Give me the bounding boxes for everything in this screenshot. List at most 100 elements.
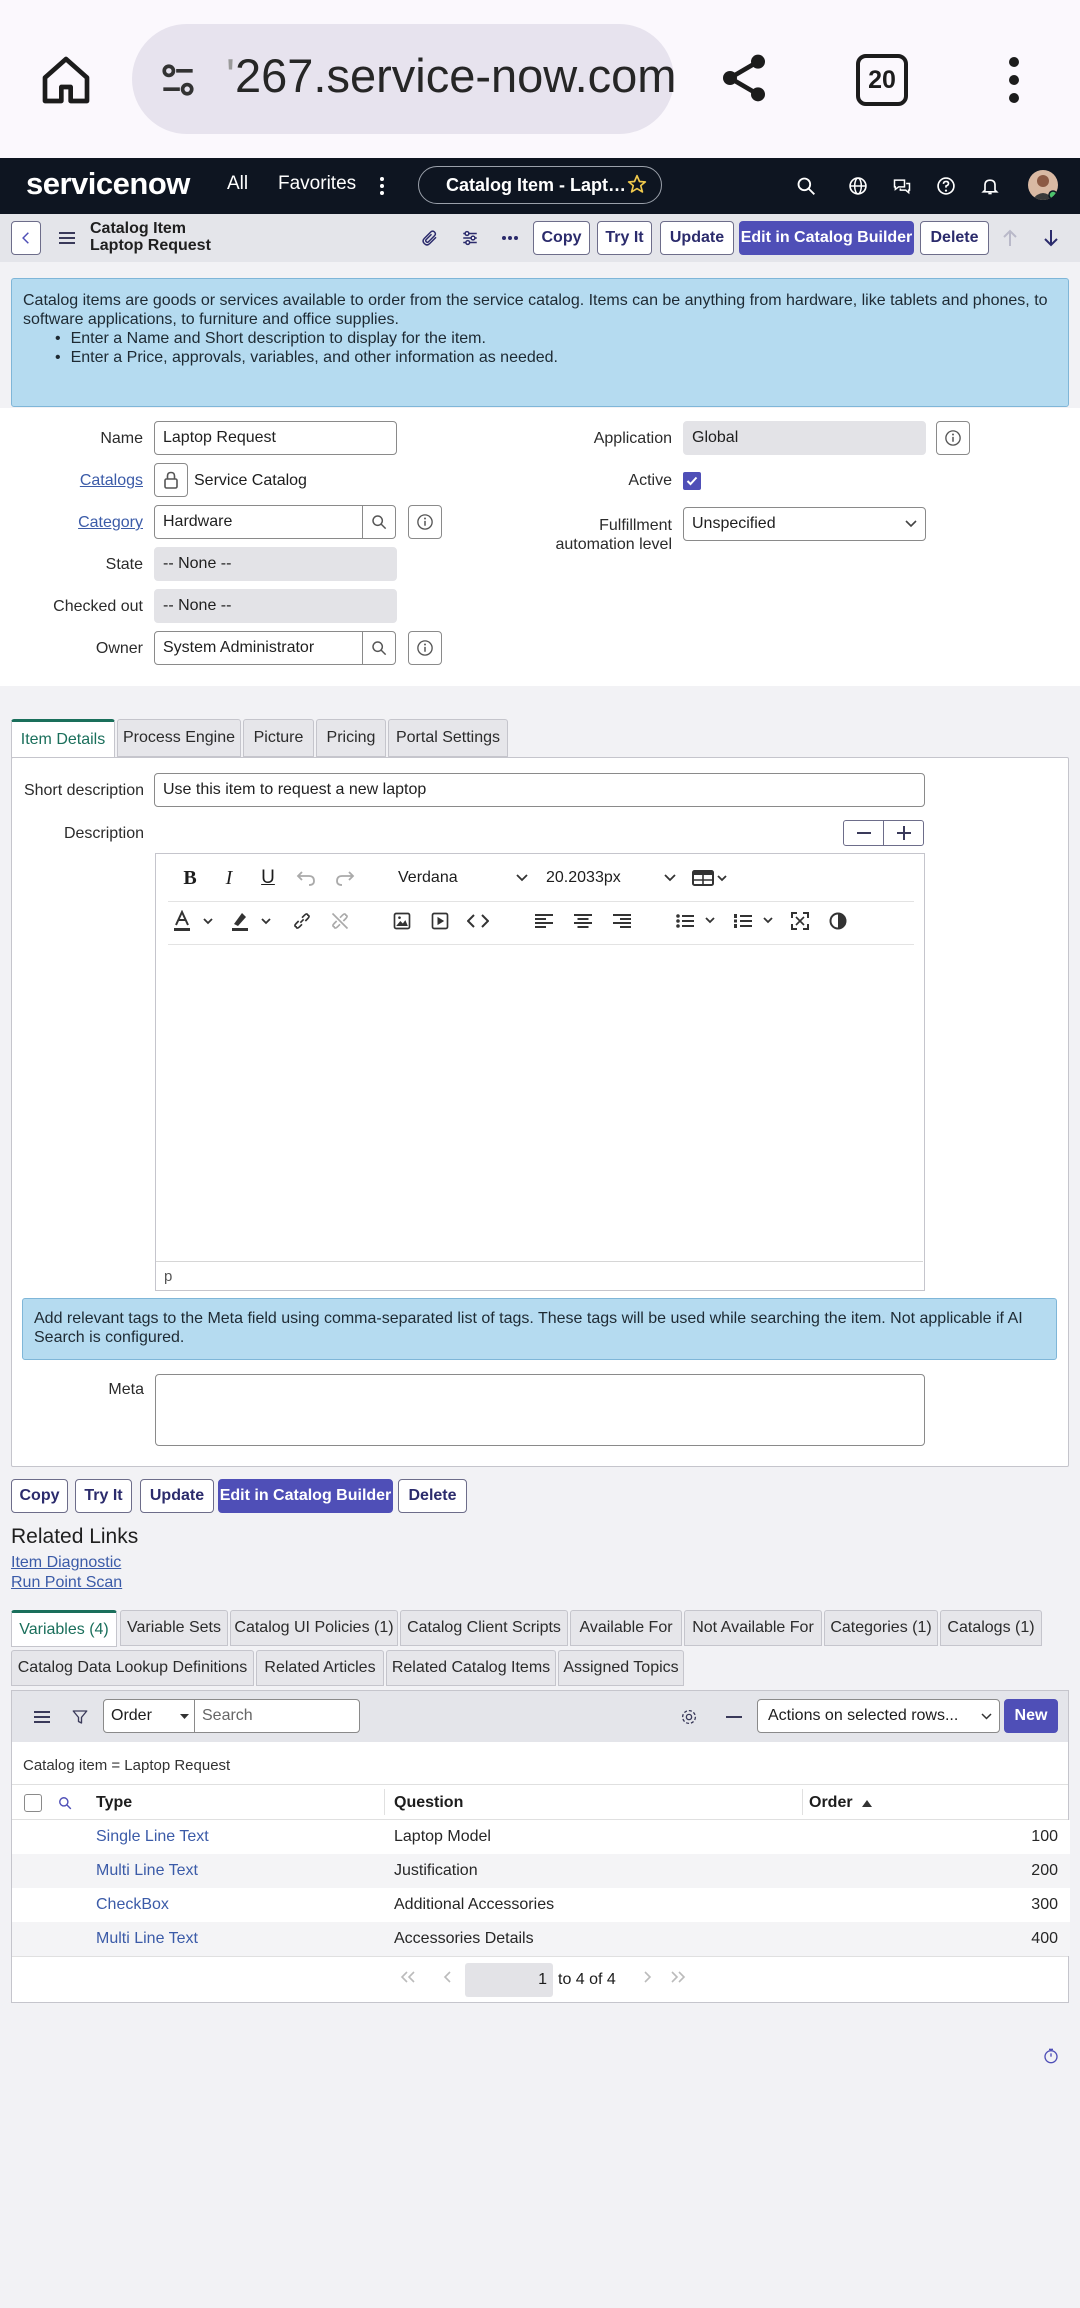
tab-switcher-button[interactable]: 20: [856, 54, 908, 106]
column-search-icon[interactable]: [54, 1792, 76, 1814]
font-family-select[interactable]: Verdana: [398, 869, 528, 887]
new-button[interactable]: New: [1004, 1699, 1058, 1733]
state-select[interactable]: -- None --: [154, 547, 397, 581]
column-header-question[interactable]: Question: [394, 1794, 463, 1812]
list-settings-gear-icon[interactable]: [677, 1705, 701, 1729]
table-row[interactable]: Single Line Text Laptop Model 100: [12, 1820, 1070, 1854]
editor-content-area[interactable]: [156, 946, 923, 1260]
servicenow-logo[interactable]: servicenow: [26, 166, 190, 202]
table-row[interactable]: CheckBox Additional Accessories 300: [12, 1888, 1070, 1922]
attachment-icon[interactable]: [418, 226, 442, 250]
rtab-catalog-client-scripts[interactable]: Catalog Client Scripts: [400, 1610, 568, 1646]
user-avatar[interactable]: [1028, 170, 1058, 200]
next-record-icon[interactable]: [1039, 226, 1063, 250]
undo-icon[interactable]: [292, 864, 320, 892]
meta-textarea[interactable]: [155, 1374, 925, 1446]
rtab-available-for[interactable]: Available For: [570, 1610, 682, 1646]
last-page-icon[interactable]: [666, 1965, 690, 1989]
column-header-order[interactable]: Order: [809, 1794, 873, 1812]
category-input[interactable]: Hardware: [154, 505, 364, 539]
category-link[interactable]: Category: [40, 514, 143, 532]
table-row[interactable]: Multi Line Text Accessories Details 400: [12, 1922, 1070, 1956]
share-icon[interactable]: [712, 46, 776, 110]
table-icon[interactable]: [688, 864, 732, 892]
owner-lookup-button[interactable]: [362, 631, 396, 665]
update-button[interactable]: Update: [660, 221, 734, 255]
nav-more-icon[interactable]: [372, 172, 392, 200]
owner-input[interactable]: System Administrator: [154, 631, 364, 665]
media-icon[interactable]: [426, 907, 454, 935]
row-type-link[interactable]: Multi Line Text: [96, 1862, 198, 1880]
name-input[interactable]: Laptop Request: [154, 421, 397, 455]
active-checkbox[interactable]: [683, 472, 701, 490]
copy-button[interactable]: Copy: [533, 221, 590, 255]
chat-icon[interactable]: [888, 172, 916, 200]
run-point-scan-link[interactable]: Run Point Scan: [11, 1574, 122, 1592]
page-number-input[interactable]: 1: [465, 1963, 553, 1997]
rtab-assigned-topics[interactable]: Assigned Topics: [558, 1650, 684, 1686]
rtab-not-available-for[interactable]: Not Available For: [684, 1610, 822, 1646]
star-icon[interactable]: [627, 174, 647, 199]
underline-icon[interactable]: U: [254, 864, 282, 892]
current-record-pill[interactable]: Catalog Item - Lapt…: [418, 166, 662, 204]
row-type-link[interactable]: Multi Line Text: [96, 1930, 198, 1948]
rtab-variable-sets[interactable]: Variable Sets: [120, 1610, 228, 1646]
bold-icon[interactable]: B: [176, 864, 204, 892]
shrink-editor-button[interactable]: [843, 820, 884, 846]
more-actions-icon[interactable]: [498, 226, 522, 250]
fullscreen-icon[interactable]: [786, 907, 814, 935]
list-filter-breadcrumb[interactable]: Catalog item = Laptop Request: [23, 1757, 230, 1774]
more-menu-icon[interactable]: [994, 50, 1034, 110]
globe-icon[interactable]: [844, 172, 872, 200]
back-button[interactable]: [11, 221, 41, 255]
catalogs-link[interactable]: Catalogs: [40, 472, 143, 490]
redo-icon[interactable]: [331, 864, 359, 892]
previous-record-icon[interactable]: [998, 226, 1022, 250]
link-icon[interactable]: [288, 907, 316, 935]
next-page-icon[interactable]: [636, 1965, 660, 1989]
tab-process-engine[interactable]: Process Engine: [117, 719, 241, 757]
bell-icon[interactable]: [976, 172, 1004, 200]
tab-pricing[interactable]: Pricing: [316, 719, 386, 757]
unlink-icon[interactable]: [326, 907, 354, 935]
update-button-bottom[interactable]: Update: [140, 1479, 214, 1513]
edit-in-catalog-builder-button-bottom[interactable]: Edit in Catalog Builder: [218, 1479, 393, 1513]
rtab-variables[interactable]: Variables (4): [11, 1610, 117, 1647]
collapse-list-icon[interactable]: [722, 1705, 746, 1729]
italic-icon[interactable]: I: [215, 864, 243, 892]
search-field-select[interactable]: Order: [103, 1699, 195, 1733]
item-diagnostic-link[interactable]: Item Diagnostic: [11, 1554, 121, 1572]
font-size-select[interactable]: 20.2033px: [546, 869, 676, 887]
rtab-catalogs[interactable]: Catalogs (1): [940, 1610, 1042, 1646]
nav-all[interactable]: All: [227, 173, 248, 195]
edit-in-catalog-builder-button[interactable]: Edit in Catalog Builder: [739, 221, 914, 255]
search-icon[interactable]: [792, 172, 820, 200]
align-center-icon[interactable]: [569, 907, 597, 935]
align-right-icon[interactable]: [608, 907, 636, 935]
checked-out-select[interactable]: -- None --: [154, 589, 397, 623]
code-icon[interactable]: [464, 907, 492, 935]
rtab-related-catalog-items[interactable]: Related Catalog Items: [386, 1650, 556, 1686]
image-icon[interactable]: [388, 907, 416, 935]
context-menu-icon[interactable]: [56, 228, 78, 248]
row-type-link[interactable]: CheckBox: [96, 1896, 169, 1914]
previous-page-icon[interactable]: [435, 1965, 459, 1989]
contrast-icon[interactable]: [824, 907, 852, 935]
category-lookup-button[interactable]: [362, 505, 396, 539]
list-search-input[interactable]: Search: [194, 1699, 360, 1733]
tab-picture[interactable]: Picture: [243, 719, 314, 757]
tab-portal-settings[interactable]: Portal Settings: [388, 719, 508, 757]
highlight-color-icon[interactable]: [228, 907, 276, 935]
catalogs-lock-button[interactable]: [154, 463, 188, 497]
align-left-icon[interactable]: [530, 907, 558, 935]
response-time-icon[interactable]: [1040, 2045, 1062, 2067]
numbered-list-icon[interactable]: [732, 907, 780, 935]
tab-item-details[interactable]: Item Details: [11, 719, 115, 758]
first-page-icon[interactable]: [396, 1965, 420, 1989]
nav-favorites[interactable]: Favorites: [278, 173, 356, 195]
text-color-icon[interactable]: [170, 907, 218, 935]
rtab-catalog-ui-policies[interactable]: Catalog UI Policies (1): [230, 1610, 398, 1646]
rtab-categories[interactable]: Categories (1): [824, 1610, 938, 1646]
column-header-type[interactable]: Type: [96, 1794, 132, 1812]
site-settings-icon[interactable]: [150, 52, 206, 108]
